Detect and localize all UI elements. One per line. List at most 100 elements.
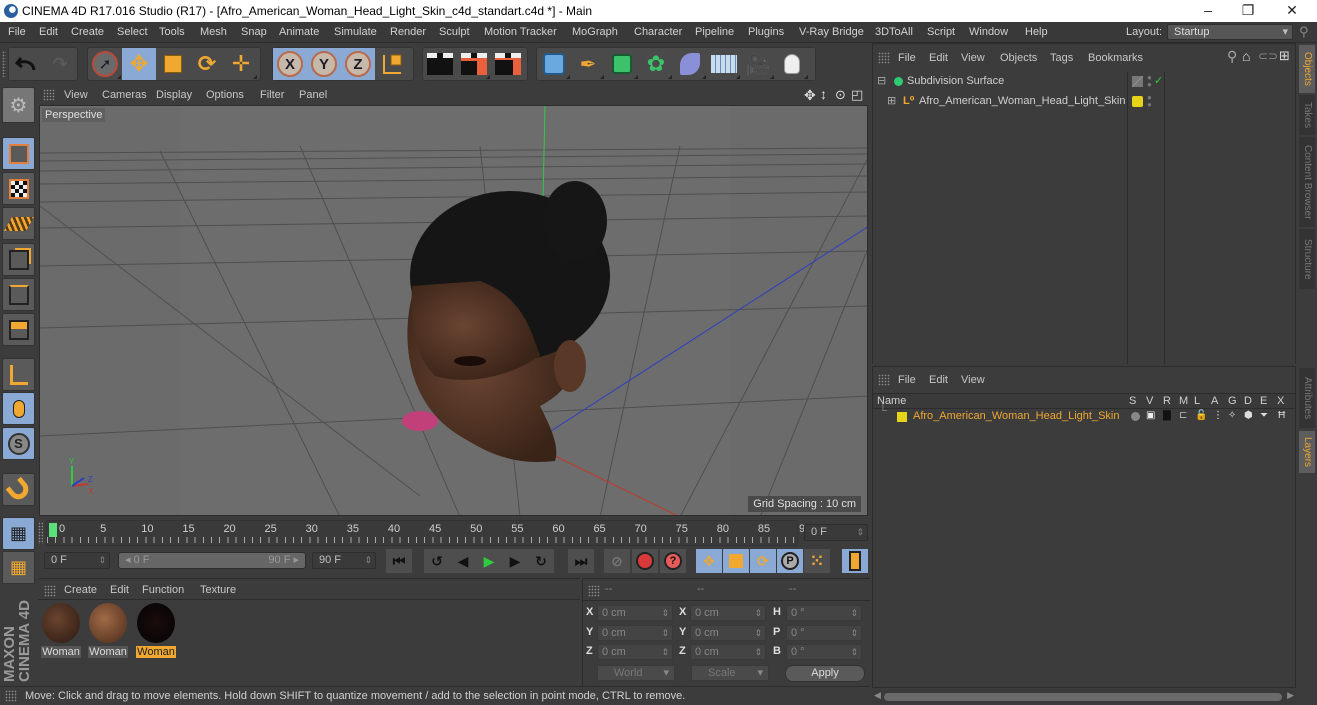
restore-button[interactable]: ❐ xyxy=(1226,0,1270,22)
material-menu-texture[interactable]: Texture xyxy=(200,584,236,596)
frame-range-slider[interactable]: ◂ 0 F 90 F ▸ xyxy=(118,552,306,569)
column-xrefs[interactable]: X xyxy=(1277,395,1284,407)
spinner-icon[interactable]: ⇕ xyxy=(754,645,762,659)
material-menu-create[interactable]: Create xyxy=(64,584,97,596)
spinner-icon[interactable]: ⇕ xyxy=(754,606,762,620)
scale-tool-button[interactable] xyxy=(156,48,190,80)
axis-mode-button[interactable] xyxy=(2,358,35,391)
spinner-icon[interactable]: ⇕ xyxy=(364,553,372,568)
menu-snap[interactable]: Snap xyxy=(241,26,267,38)
rot-b-field[interactable]: 0 ° ⇕ xyxy=(786,644,862,660)
visibility-dots-icon[interactable]: ● ● xyxy=(1147,94,1152,109)
undo-button[interactable] xyxy=(9,48,43,80)
spinner-icon[interactable]: ⇕ xyxy=(661,645,669,659)
menu-tools[interactable]: Tools xyxy=(159,26,185,38)
link-icon[interactable]: ⊂⊃ xyxy=(1258,49,1278,63)
animation-toggle-icon[interactable]: ⋮ xyxy=(1213,410,1223,421)
coordinate-system-button[interactable] xyxy=(375,48,409,80)
object-grip[interactable] xyxy=(878,52,890,64)
next-frame-button[interactable]: ▶ xyxy=(502,549,528,573)
pos-y-field[interactable]: 0 cm ⇕ xyxy=(597,625,673,641)
object-menu-bookmarks[interactable]: Bookmarks xyxy=(1088,52,1143,64)
timeline-ruler[interactable]: 051015202530354045505560657075808590 xyxy=(46,520,811,546)
points-mode-button[interactable] xyxy=(2,243,35,276)
collapse-icon[interactable]: ⊟ xyxy=(877,72,886,90)
size-x-field[interactable]: 0 cm ⇕ xyxy=(690,605,766,621)
object-menu-file[interactable]: File xyxy=(898,52,916,64)
layer-grip[interactable] xyxy=(878,374,890,386)
coordinates-grip[interactable] xyxy=(588,585,600,597)
add-cube-button[interactable] xyxy=(537,48,571,80)
tab-attributes[interactable]: Attributes xyxy=(1299,368,1315,428)
texture-mode-button[interactable] xyxy=(2,172,35,205)
object-menu-objects[interactable]: Objects xyxy=(1000,52,1037,64)
manager-toggle-icon[interactable]: ⊏ xyxy=(1179,410,1187,421)
previous-frame-button[interactable]: ◀ xyxy=(450,549,476,573)
workplane-mode-button[interactable] xyxy=(2,207,35,240)
key-rotation-button[interactable]: ⟳ xyxy=(750,549,776,573)
menu-animate[interactable]: Animate xyxy=(279,26,319,38)
object-menu-edit[interactable]: Edit xyxy=(929,52,948,64)
pos-x-field[interactable]: 0 cm ⇕ xyxy=(597,605,673,621)
apply-button[interactable]: Apply xyxy=(785,665,865,682)
tab-takes[interactable]: Takes xyxy=(1299,95,1315,135)
column-animation[interactable]: A xyxy=(1211,395,1218,407)
move-tool-button[interactable]: ✥ xyxy=(122,48,156,80)
spinner-icon[interactable]: ⇕ xyxy=(850,626,858,640)
layer-color-swatch[interactable] xyxy=(897,412,907,422)
subdivision-surface-button[interactable] xyxy=(605,48,639,80)
object-menu-tags[interactable]: Tags xyxy=(1050,52,1073,64)
x-axis-lock-button[interactable]: X xyxy=(273,48,307,80)
column-generators[interactable]: G xyxy=(1228,395,1237,407)
camera-label[interactable]: Perspective xyxy=(42,108,106,122)
menu-pipeline[interactable]: Pipeline xyxy=(695,26,734,38)
scroll-left-icon[interactable]: ◀ xyxy=(874,690,881,701)
rotate-tool-button[interactable]: ⟳ xyxy=(190,48,224,80)
spinner-icon[interactable]: ⇕ xyxy=(661,626,669,640)
column-expressions[interactable]: E xyxy=(1260,395,1267,407)
edges-mode-button[interactable] xyxy=(2,278,35,311)
end-frame-field[interactable]: 90 F ⇕ xyxy=(312,552,376,569)
menu-edit[interactable]: Edit xyxy=(39,26,58,38)
snap-button[interactable] xyxy=(2,473,35,506)
column-deformers[interactable]: D xyxy=(1244,395,1252,407)
spinner-icon[interactable]: ⇕ xyxy=(850,645,858,659)
size-y-field[interactable]: 0 cm ⇕ xyxy=(690,625,766,641)
maximize-view-icon[interactable]: ◰ xyxy=(851,87,863,103)
start-frame-field[interactable]: 0 F ⇕ xyxy=(44,552,110,569)
camera-button[interactable]: 🎥 xyxy=(741,48,775,80)
key-pla-button[interactable]: ⁙ xyxy=(804,549,830,573)
spinner-icon[interactable]: ⇕ xyxy=(661,606,669,620)
previous-key-button[interactable]: ↺ xyxy=(424,549,450,573)
scrollbar-thumb[interactable] xyxy=(884,693,1282,701)
search-icon[interactable]: ⚲ xyxy=(1227,48,1237,65)
object-row[interactable]: ⊟ Subdivision Surface xyxy=(873,72,1125,90)
tab-layers[interactable]: Layers xyxy=(1299,431,1315,473)
rotate-view-icon[interactable]: ⊙ xyxy=(835,87,846,103)
key-position-button[interactable]: ✥ xyxy=(696,549,722,573)
next-key-button[interactable]: ↻ xyxy=(528,549,554,573)
menu-vray-bridge[interactable]: V-Ray Bridge xyxy=(799,26,864,38)
expression-toggle-icon[interactable]: ⏷ xyxy=(1260,410,1268,421)
y-axis-lock-button[interactable]: Y xyxy=(307,48,341,80)
material-swatch[interactable]: Woman xyxy=(88,602,128,658)
status-grip[interactable] xyxy=(5,690,17,702)
record-disabled-button[interactable]: ⊘ xyxy=(604,549,630,573)
menu-script[interactable]: Script xyxy=(927,26,955,38)
cloner-button[interactable]: ✿ xyxy=(639,48,673,80)
viewport-menu-display[interactable]: Display xyxy=(156,89,192,101)
solo-button[interactable]: S xyxy=(2,427,35,460)
layer-menu-view[interactable]: View xyxy=(961,374,985,386)
spinner-icon[interactable]: ⇕ xyxy=(98,553,106,568)
workplane-align-button[interactable]: ▦ xyxy=(2,551,35,584)
render-view-button[interactable] xyxy=(423,48,457,80)
render-settings-button[interactable] xyxy=(491,48,525,80)
menu-simulate[interactable]: Simulate xyxy=(334,26,377,38)
light-button[interactable] xyxy=(775,48,809,80)
menu-motion-tracker[interactable]: Motion Tracker xyxy=(484,26,557,38)
viewport-menu-filter[interactable]: Filter xyxy=(260,89,284,101)
rot-p-field[interactable]: 0 ° ⇕ xyxy=(786,625,862,641)
viewport-menu-cameras[interactable]: Cameras xyxy=(102,89,147,101)
menu-mesh[interactable]: Mesh xyxy=(200,26,227,38)
menu-plugins[interactable]: Plugins xyxy=(748,26,784,38)
